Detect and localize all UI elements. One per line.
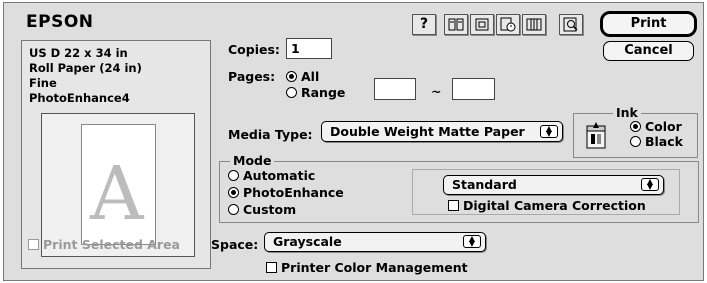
ink-cartridge-glyph: [586, 122, 606, 149]
pages-range-radio[interactable]: Range: [286, 85, 345, 100]
ink-color-radio[interactable]: Color: [630, 119, 682, 134]
copies-value: 1: [291, 41, 300, 56]
mode-photoenhance-radio[interactable]: PhotoEnhance: [228, 185, 344, 200]
digital-camera-label: Digital Camera Correction: [463, 198, 646, 213]
page-preview: A: [41, 113, 195, 257]
ink-group-title: Ink: [613, 105, 641, 120]
help-icon[interactable]: ?: [412, 14, 436, 35]
digital-camera-checkbox[interactable]: Digital Camera Correction: [448, 198, 646, 213]
popup-arrows-icon: ▲ ▼: [641, 178, 659, 191]
pages-all-radio[interactable]: All: [286, 69, 319, 84]
summary-quality: Fine: [29, 76, 57, 90]
preview-letter: A: [90, 151, 144, 237]
pages-range-radio-button[interactable]: [286, 87, 297, 98]
ink-black-radio[interactable]: Black: [630, 134, 683, 149]
pages-all-radio-button[interactable]: [286, 71, 297, 82]
printer-color-management-check[interactable]: [266, 262, 277, 273]
mode-custom-radio-button[interactable]: [228, 204, 239, 215]
ink-black-radio-button[interactable]: [630, 136, 641, 147]
watermark-glyph: [526, 18, 542, 31]
enhance-setting-popup[interactable]: Standard ▲ ▼: [443, 175, 664, 195]
popup-arrows-icon: ▲ ▼: [540, 125, 558, 138]
popup-arrows-icon: ▲ ▼: [463, 235, 481, 248]
mode-photoenhance-radio-button[interactable]: [228, 187, 239, 198]
mode-custom-radio[interactable]: Custom: [228, 202, 296, 217]
color-space-value: Grayscale: [273, 234, 342, 249]
printer-utility-icon[interactable]: [496, 14, 520, 35]
summary-mode: PhotoEnhance4: [29, 91, 130, 105]
print-selected-area-checkbox[interactable]: Print Selected Area: [28, 237, 180, 252]
page-setup-glyph: [475, 18, 489, 31]
enhance-setting-value: Standard: [452, 177, 517, 192]
preview-paper: A: [81, 124, 156, 245]
summary-paper-source: Roll Paper (24 in): [29, 61, 142, 75]
layout-glyph: [448, 18, 464, 31]
summary-paper-size: US D 22 x 34 in: [29, 46, 128, 60]
cancel-button[interactable]: Cancel: [603, 41, 694, 61]
pages-label: Pages:: [228, 69, 276, 84]
printer-color-management-checkbox[interactable]: Printer Color Management: [266, 260, 468, 275]
media-type-value: Double Weight Matte Paper: [330, 124, 525, 139]
print-selected-area-label: Print Selected Area: [43, 237, 180, 252]
mode-automatic-radio[interactable]: Automatic: [228, 168, 315, 183]
ink-cartridge-icon: [584, 120, 610, 153]
watermark-icon[interactable]: [522, 14, 546, 35]
print-dialog: EPSON ? Print Cancel US D 22 x 34 in Rol…: [3, 2, 704, 281]
mode-group-title: Mode: [230, 153, 275, 168]
print-selected-area-check[interactable]: [28, 239, 39, 250]
mode-custom-label: Custom: [243, 202, 297, 217]
preview-icon[interactable]: [559, 14, 583, 35]
range-to-field[interactable]: [452, 78, 495, 100]
media-type-label: Media Type:: [228, 127, 313, 142]
layout-icon[interactable]: [444, 14, 468, 35]
page-setup-icon[interactable]: [470, 14, 494, 35]
epson-logo: EPSON: [26, 12, 94, 32]
print-button[interactable]: Print: [600, 11, 697, 37]
color-space-popup[interactable]: Grayscale ▲ ▼: [264, 232, 486, 252]
range-separator: ~: [431, 84, 442, 99]
mode-automatic-radio-button[interactable]: [228, 170, 239, 181]
copies-field[interactable]: 1: [286, 38, 332, 59]
mode-photoenhance-label: PhotoEnhance: [243, 185, 344, 200]
mode-automatic-label: Automatic: [243, 168, 316, 183]
pages-range-label: Range: [301, 85, 346, 100]
printer-color-management-label: Printer Color Management: [281, 260, 468, 275]
printer-utility-glyph: [500, 17, 516, 32]
media-type-popup[interactable]: Double Weight Matte Paper ▲ ▼: [321, 121, 563, 142]
settings-summary-panel: US D 22 x 34 in Roll Paper (24 in) Fine …: [21, 40, 211, 269]
space-label: Space:: [211, 237, 259, 252]
copies-label: Copies:: [228, 42, 280, 57]
ink-color-label: Color: [645, 119, 682, 134]
digital-camera-check[interactable]: [448, 200, 459, 211]
preview-glyph: [563, 17, 578, 32]
ink-black-label: Black: [645, 134, 683, 149]
range-from-field[interactable]: [374, 78, 416, 100]
pages-all-label: All: [301, 69, 320, 84]
ink-color-radio-button[interactable]: [630, 121, 641, 132]
